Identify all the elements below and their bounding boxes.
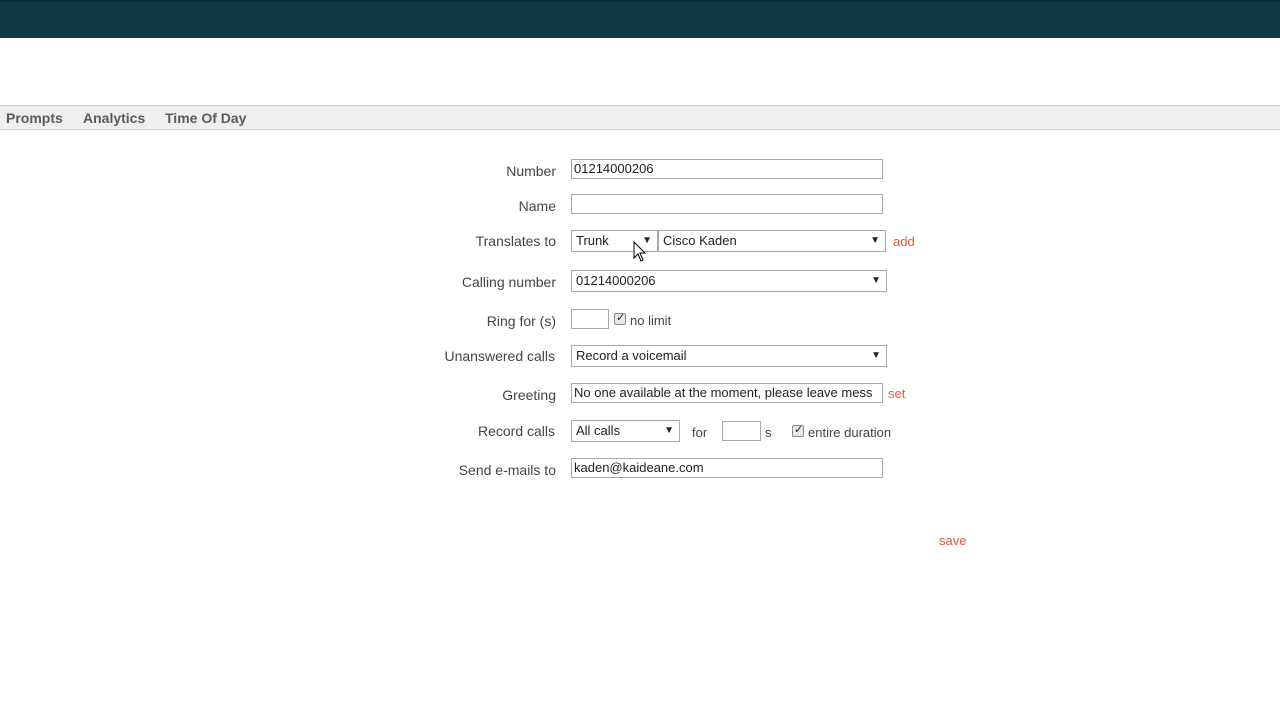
number-input[interactable]: 01214000206: [571, 159, 883, 179]
chevron-down-icon: ▼: [870, 235, 880, 246]
unanswered-calls-select[interactable]: Record a voicemail ▼: [571, 345, 887, 367]
header-area: [0, 38, 1280, 105]
nav-item-prompts[interactable]: Prompts: [6, 110, 63, 126]
translates-type-value: Trunk: [576, 233, 609, 248]
record-calls-select[interactable]: All calls ▼: [571, 420, 680, 442]
chevron-down-icon: ▼: [871, 350, 881, 361]
record-calls-label: Record calls: [477, 423, 555, 439]
mouse-pointer-icon: [633, 241, 647, 262]
record-seconds-input[interactable]: [722, 421, 761, 441]
calling-number-value: 01214000206: [576, 273, 656, 288]
no-limit-label: no limit: [630, 313, 672, 328]
add-link[interactable]: add: [893, 234, 915, 249]
calling-number-select[interactable]: 01214000206 ▼: [571, 270, 887, 292]
chevron-down-icon: ▼: [871, 275, 881, 286]
calling-number-label: Calling number: [461, 274, 556, 290]
entire-duration-checkbox[interactable]: ✓: [792, 424, 804, 437]
entire-duration-label: entire duration: [808, 425, 892, 440]
seconds-unit-label: s: [765, 425, 772, 440]
translates-to-label: Translates to: [475, 233, 556, 249]
unanswered-calls-label: Unanswered calls: [444, 348, 556, 364]
nav-bar: Prompts Analytics Time Of Day: [0, 105, 1280, 130]
nav-item-analytics[interactable]: Analytics: [83, 110, 145, 126]
number-label: Number: [506, 163, 556, 179]
checkmark-icon: ✓: [794, 424, 804, 436]
nav-item-time-of-day[interactable]: Time Of Day: [165, 110, 246, 126]
translates-target-select[interactable]: Cisco Kaden ▼: [658, 230, 886, 252]
save-button[interactable]: save: [939, 533, 966, 548]
send-emails-input[interactable]: kaden@kaideane.com: [571, 458, 883, 478]
set-link[interactable]: set: [888, 386, 905, 401]
ring-for-label: Ring for (s): [486, 313, 556, 329]
name-input[interactable]: [571, 194, 883, 214]
ring-for-input[interactable]: [571, 309, 609, 329]
record-calls-value: All calls: [576, 423, 621, 438]
checkmark-icon: ✓: [616, 312, 626, 324]
no-limit-checkbox[interactable]: ✓: [614, 312, 626, 325]
chevron-down-icon: ▼: [664, 425, 674, 436]
translates-target-value: Cisco Kaden: [663, 233, 737, 248]
unanswered-calls-value: Record a voicemail: [576, 348, 687, 363]
for-label: for: [692, 425, 708, 440]
greeting-label: Greeting: [502, 387, 556, 403]
greeting-input[interactable]: No one available at the moment, please l…: [571, 383, 883, 403]
send-emails-label: Send e-mails to: [458, 462, 556, 478]
top-bar: [0, 0, 1280, 38]
name-label: Name: [518, 198, 556, 214]
